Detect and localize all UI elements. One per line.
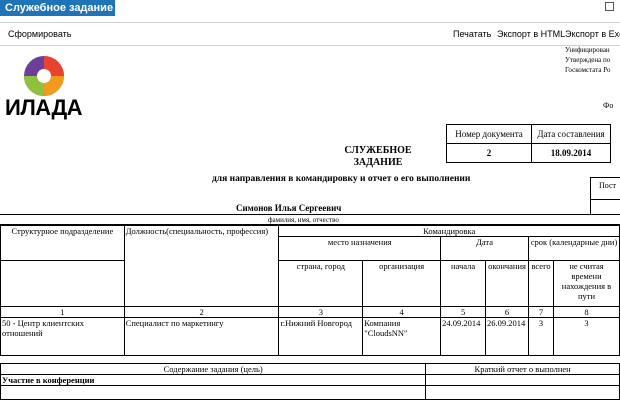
cell-department: 50 - Центр клиентских отношений [0,317,125,356]
doc-subtitle: для направления в командировку и отчет о… [212,174,471,184]
doc-number-table: Номер документа Дата составления 2 18.09… [446,124,611,163]
logo-text: ИЛАДА [5,95,83,120]
task-empty [0,385,427,400]
header-organization: организация [362,260,442,307]
ilada-logo-icon [24,56,64,96]
doc-date-value: 18.09.2014 [531,143,611,163]
export-excel-button[interactable]: Экспорт в Exce [565,29,620,39]
header-country-city: страна, город [278,260,364,307]
header-position: Должность(специальность, профессия) [123,225,280,307]
header-structural-unit: Структурное подразделение [0,225,125,261]
doc-date-header: Дата составления [531,124,611,144]
table-row: Участие в конференции [0,374,620,386]
cell-total: 3 [528,317,555,356]
form-info-line3: Госкомстата Ро [565,66,611,74]
cell-position: Специалист по маркетингу [123,317,280,356]
side-box-divider [590,199,620,200]
table-row: 50 - Центр клиентских отношений Специали… [0,317,620,356]
header-date: Дата [440,236,530,261]
col-num: 8 [553,306,620,318]
header-task-content: Содержание задания (цель) [0,363,427,375]
doc-number-header: Номер документа [446,124,532,144]
header-destination: место назначения [278,236,442,261]
task-report-empty [425,385,620,400]
col-num: 3 [278,306,364,318]
cell-start: 24.09.2014 [440,317,487,356]
employee-name: Симонов Илья Сергеевич [236,203,342,213]
export-html-button[interactable]: Экспорт в HTML [497,29,565,39]
report-toolbar: Сформировать Печатать Экспорт в HTML Экс… [0,22,620,46]
header-total: всего [528,260,555,307]
header-trip: Командировка [278,225,620,237]
form-info-line2: Утверждена по [565,56,611,64]
col-num: 2 [123,306,280,318]
doc-title-line1: СЛУЖЕБНОЕ [344,145,412,156]
cell-end: 26.09.2014 [485,317,530,356]
side-box: Пост [590,177,620,215]
print-button[interactable]: Печатать [453,29,491,39]
cell-city: г.Нижний Новгород [278,317,364,356]
col-num: 1 [0,306,125,318]
doc-title-line2: ЗАДАНИЕ [353,157,403,168]
col-num: 7 [528,306,555,318]
side-label: Пост [599,181,617,190]
document-preview: ИЛАДА Унифицирован Утверждена по Госкомс… [0,46,620,404]
trip-table: Структурное подразделение Должность(спец… [0,225,620,356]
header-brief-report: Краткий отчет о выполнен [425,363,620,375]
task-report [425,374,620,386]
form-info-line1: Унифицирован [565,46,610,54]
maximize-icon[interactable] [605,2,614,11]
header-structural-blank [0,260,125,307]
header-end: окончания [485,260,530,307]
column-number-row: 1 2 3 4 5 6 7 8 [0,306,620,318]
header-excluding-travel: не считая времени нахождения в пути [553,260,620,307]
tasks-table: Содержание задания (цель) Краткий отчет … [0,363,620,400]
employee-caption: фамилия, имя, отчество [268,216,339,224]
cell-organization: Компания "CloudsNN" [362,317,442,356]
cell-excluding-travel: 3 [553,317,620,356]
window-title: Служебное задание [0,0,115,16]
col-num: 6 [485,306,530,318]
task-item: Участие в конференции [0,374,427,386]
header-start: начала [440,260,487,307]
window-titlebar: Служебное задание [0,0,620,17]
col-num: 5 [440,306,487,318]
generate-button[interactable]: Сформировать [8,29,71,39]
header-term: срок (календарные дни) [528,236,620,261]
form-label: Фо [603,101,614,110]
employee-underline [0,214,590,215]
col-num: 4 [362,306,442,318]
doc-number-value: 2 [446,143,532,163]
